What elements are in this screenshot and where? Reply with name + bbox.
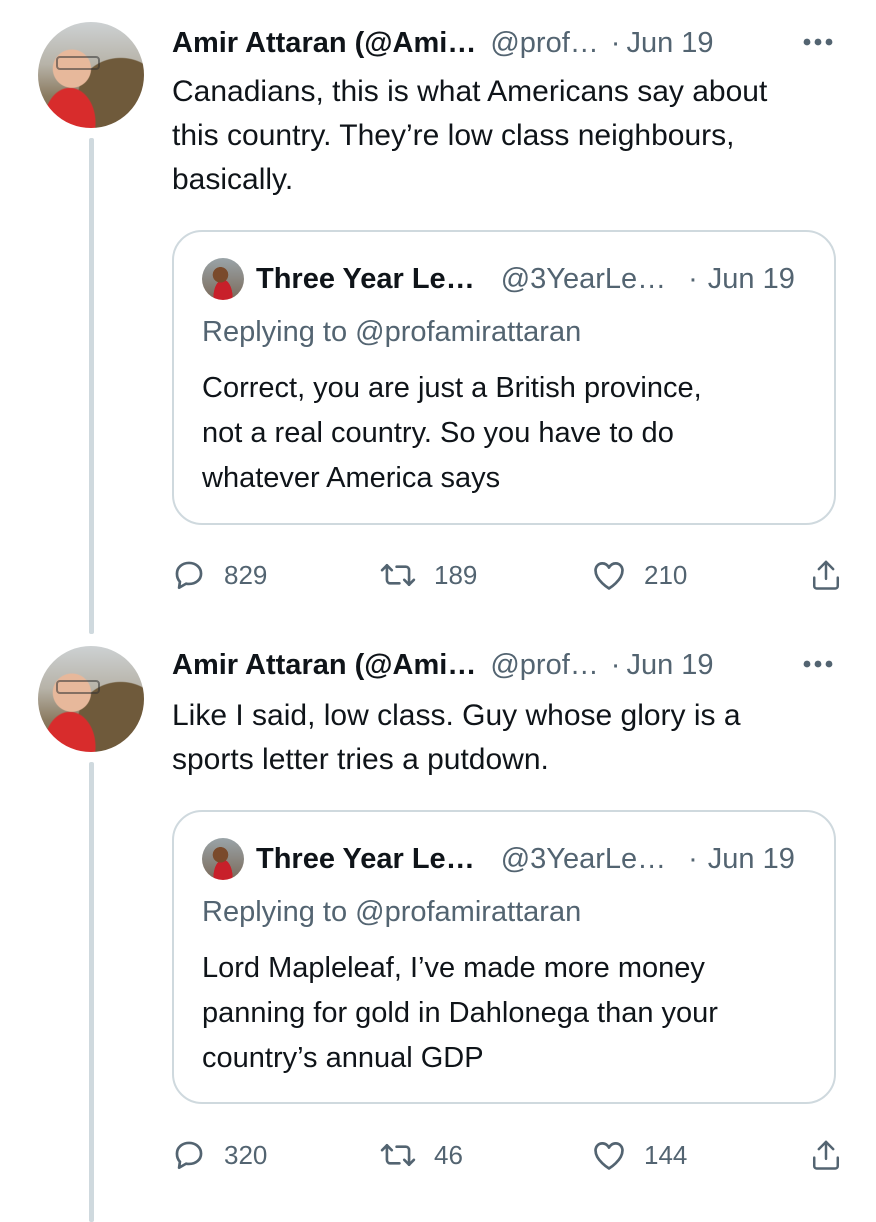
share-upload-icon bbox=[812, 1140, 840, 1170]
quoted-author-name[interactable]: Three Year Le… bbox=[256, 843, 475, 876]
quoted-author-avatar[interactable] bbox=[202, 838, 244, 880]
tweet-2[interactable]: Amir Attaran (@Ami… @prof… · Jun 19 Like… bbox=[0, 622, 876, 1222]
share-upload-icon bbox=[812, 560, 840, 590]
more-horizontal-icon bbox=[803, 660, 833, 668]
retweet-arrows-icon bbox=[380, 1143, 416, 1167]
more-horizontal-icon bbox=[803, 38, 833, 46]
separator-dot: · bbox=[610, 648, 621, 681]
like-button[interactable]: 210 bbox=[592, 555, 687, 595]
retweet-count: 189 bbox=[434, 559, 478, 590]
like-button[interactable]: 144 bbox=[592, 1135, 687, 1175]
retweet-arrows-icon bbox=[380, 563, 416, 587]
author-avatar[interactable] bbox=[38, 646, 144, 752]
separator-dot: · bbox=[688, 262, 698, 295]
reply-button[interactable]: 829 bbox=[172, 555, 267, 595]
reply-count: 829 bbox=[224, 559, 268, 590]
quoted-tweet[interactable]: Three Year Le… @3YearLe… · Jun 19 Replyi… bbox=[172, 230, 836, 525]
author-handle[interactable]: @prof… bbox=[490, 27, 598, 60]
heart-icon bbox=[594, 562, 624, 590]
tweet-date[interactable]: Jun 19 bbox=[626, 27, 713, 60]
author-handle[interactable]: @prof… bbox=[490, 649, 598, 682]
more-options-button[interactable] bbox=[800, 646, 836, 682]
tweet-text: Like I said, low class. Guy whose glory … bbox=[172, 699, 741, 776]
tweet-1[interactable]: Amir Attaran (@Ami… @prof… · Jun 19 Cana… bbox=[0, 0, 876, 634]
quoted-tweet-date[interactable]: Jun 19 bbox=[708, 263, 795, 296]
tweet-text: Canadians, this is what Americans say ab… bbox=[172, 75, 768, 196]
separator-dot: · bbox=[688, 842, 698, 875]
quoted-author-avatar[interactable] bbox=[202, 258, 244, 300]
heart-icon bbox=[594, 1142, 624, 1170]
reply-button[interactable]: 320 bbox=[172, 1135, 267, 1175]
thread-connector-line bbox=[89, 138, 94, 634]
author-avatar[interactable] bbox=[38, 22, 144, 128]
retweet-button[interactable]: 189 bbox=[380, 555, 477, 595]
reply-count: 320 bbox=[224, 1139, 268, 1170]
quoted-author-name[interactable]: Three Year Le… bbox=[256, 263, 475, 296]
replying-to-label: Replying to @profamirattaran bbox=[202, 896, 582, 928]
share-button[interactable] bbox=[810, 1135, 842, 1175]
quoted-tweet[interactable]: Three Year Le… @3YearLe… · Jun 19 Replyi… bbox=[172, 810, 836, 1104]
tweet-header: Amir Attaran (@Ami… @prof… · Jun 19 bbox=[172, 646, 714, 684]
reply-bubble-icon bbox=[175, 561, 203, 590]
quoted-tweet-text: Lord Mapleleaf, I’ve made more money pan… bbox=[202, 952, 718, 1074]
author-name[interactable]: Amir Attaran (@Ami… bbox=[172, 649, 476, 682]
tweet-actions-bar: 320 46 144 bbox=[172, 1135, 842, 1175]
share-button[interactable] bbox=[810, 555, 842, 595]
quoted-author-handle[interactable]: @3YearLe… bbox=[501, 263, 666, 296]
quoted-author-handle[interactable]: @3YearLe… bbox=[501, 843, 666, 876]
quoted-tweet-text: Correct, you are just a British province… bbox=[202, 372, 702, 494]
like-count: 210 bbox=[644, 559, 688, 590]
quoted-tweet-date[interactable]: Jun 19 bbox=[708, 843, 795, 876]
reply-bubble-icon bbox=[175, 1141, 203, 1170]
like-count: 144 bbox=[644, 1139, 688, 1170]
tweet-header: Amir Attaran (@Ami… @prof… · Jun 19 bbox=[172, 24, 714, 62]
quoted-tweet-header: Three Year Le… @3YearLe… · Jun 19 bbox=[256, 258, 795, 300]
retweet-button[interactable]: 46 bbox=[380, 1135, 463, 1175]
tweet-date[interactable]: Jun 19 bbox=[626, 649, 713, 682]
author-name[interactable]: Amir Attaran (@Ami… bbox=[172, 27, 476, 60]
separator-dot: · bbox=[610, 26, 621, 59]
more-options-button[interactable] bbox=[800, 24, 836, 60]
tweet-actions-bar: 829 189 210 bbox=[172, 555, 842, 595]
thread-connector-line bbox=[89, 762, 94, 1222]
quoted-tweet-header: Three Year Le… @3YearLe… · Jun 19 bbox=[256, 838, 795, 880]
replying-to-label: Replying to @profamirattaran bbox=[202, 316, 582, 348]
retweet-count: 46 bbox=[434, 1139, 463, 1170]
